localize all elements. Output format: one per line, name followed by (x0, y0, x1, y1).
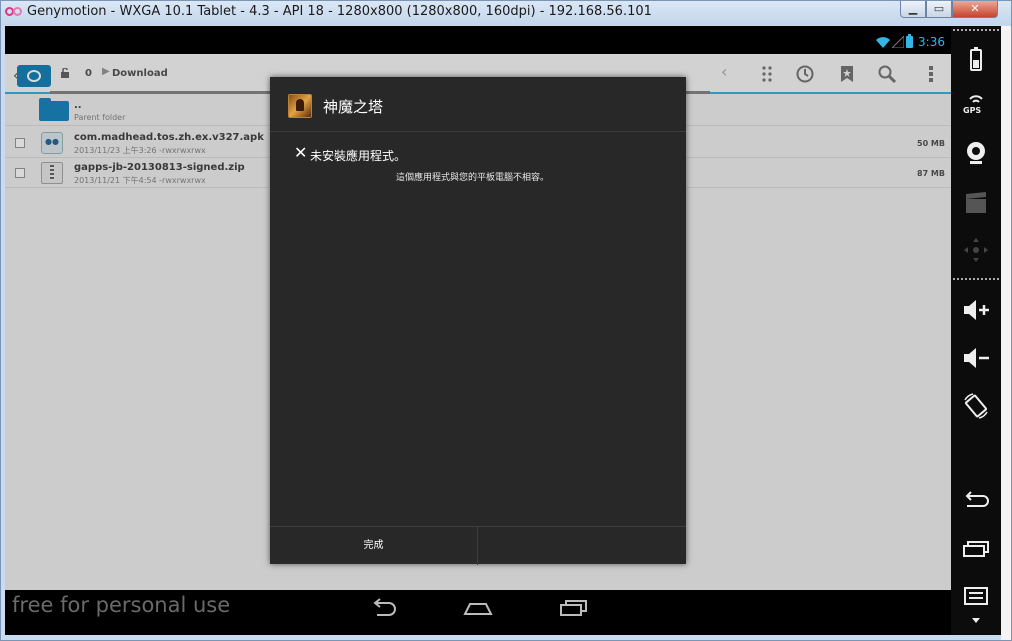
close-button[interactable]: ✕ (952, 1, 998, 18)
volume-up-icon[interactable] (961, 296, 991, 324)
done-button[interactable]: 完成 (270, 527, 478, 565)
dialog-heading: 未安裝應用程式。 (310, 149, 407, 163)
sidebar-divider (953, 278, 999, 280)
dpad-icon[interactable] (961, 236, 991, 264)
battery-widget-icon[interactable] (961, 46, 991, 74)
recent-apps-icon[interactable] (559, 598, 589, 618)
wifi-icon (876, 37, 891, 48)
device-display: 3:36 ‹ 0 ▶ Download ‹ .. Parent folder ●… (5, 26, 951, 635)
genymotion-logo-icon (5, 6, 23, 18)
gps-label: GPS (963, 106, 982, 115)
install-dialog: 神魔之塔 ✕ 未安裝應用程式。 這個應用程式與您的平板電腦不相容。 完成 (270, 77, 686, 565)
signal-icon (892, 36, 905, 48)
dialog-title: 神魔之塔 (323, 98, 384, 116)
status-icons: 3:36 (876, 34, 945, 49)
android-status-bar: 3:36 (5, 26, 951, 54)
recent-apps-key-icon[interactable] (961, 534, 991, 562)
watermark-text: free for personal use (12, 593, 231, 617)
android-screen: ‹ 0 ▶ Download ‹ .. Parent folder ●● com… (5, 54, 951, 590)
window-title: Genymotion - WXGA 10.1 Tablet - 4.3 - AP… (27, 4, 652, 19)
scroll-down-icon[interactable] (961, 614, 991, 628)
rotate-icon[interactable] (961, 392, 991, 420)
home-icon[interactable] (463, 598, 493, 618)
dialog-divider (270, 131, 686, 132)
volume-down-icon[interactable] (961, 344, 991, 372)
app-icon (288, 94, 312, 118)
webcam-icon[interactable] (961, 139, 991, 167)
genymotion-window: Genymotion - WXGA 10.1 Tablet - 4.3 - AP… (0, 0, 1012, 641)
dialog-message: 這個應用程式與您的平板電腦不相容。 (396, 173, 550, 183)
title-bar: Genymotion - WXGA 10.1 Tablet - 4.3 - AP… (1, 1, 1011, 25)
error-x-icon: ✕ (294, 143, 308, 162)
battery-icon (906, 34, 914, 48)
genymotion-sidebar: GPS (951, 26, 1001, 635)
menu-key-icon[interactable] (961, 582, 991, 610)
background-strip (1001, 26, 1011, 640)
dialog-button-bar: 完成 (270, 526, 686, 565)
android-nav-bar: free for personal use (5, 590, 951, 635)
screencast-icon[interactable] (961, 189, 991, 217)
back-key-icon[interactable] (961, 486, 991, 514)
sidebar-divider (953, 29, 999, 31)
minimize-button[interactable]: ▁ (900, 1, 926, 18)
maximize-button[interactable]: ▭ (926, 1, 952, 18)
status-clock: 3:36 (918, 35, 945, 49)
dialog-empty-slot (479, 527, 686, 565)
back-icon[interactable] (369, 598, 399, 618)
